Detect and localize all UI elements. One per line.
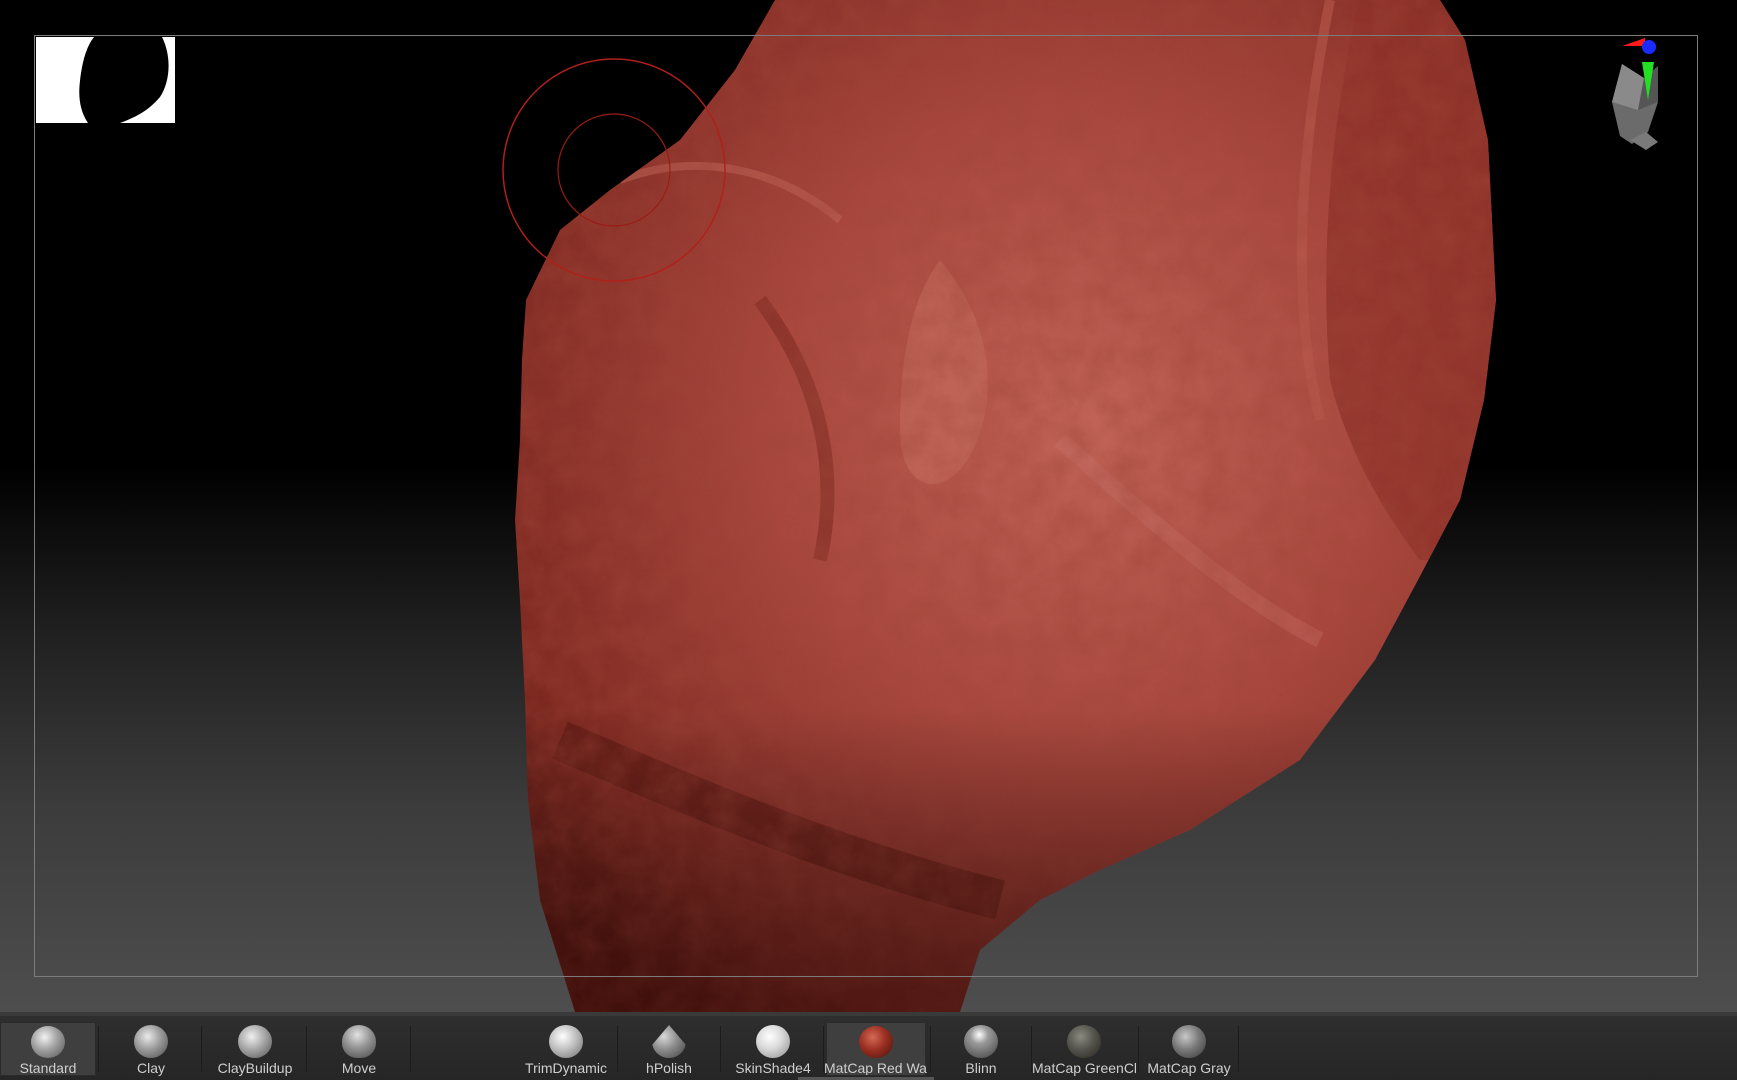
hpolish-brush-button[interactable]: hPolish: [621, 1022, 717, 1076]
shelf-separator: [930, 1026, 931, 1072]
claybuildup-brush-icon: [238, 1025, 272, 1059]
hpolish-brush-icon: [652, 1025, 686, 1059]
material-label: SkinShade4: [735, 1060, 811, 1076]
brush-label: ClayBuildup: [217, 1060, 293, 1076]
material-label: MatCap Red Wa:: [824, 1059, 928, 1075]
matcap-gray-material-button[interactable]: MatCap Gray: [1141, 1022, 1237, 1076]
brush-cursor: [502, 58, 726, 282]
brush-label: hPolish: [646, 1060, 692, 1076]
move-brush-button[interactable]: Move: [311, 1022, 407, 1076]
document-viewport[interactable]: [0, 0, 1737, 1012]
z-axis-icon: [1642, 40, 1656, 54]
shelf-separator: [720, 1026, 721, 1072]
skinshade4-material-button[interactable]: SkinShade4: [725, 1022, 821, 1076]
trimdynamic-brush-icon: [549, 1025, 583, 1059]
clay-brush-button[interactable]: Clay: [103, 1022, 199, 1076]
matcap-gray-material-icon: [1172, 1025, 1206, 1059]
shelf-separator: [1138, 1026, 1139, 1072]
matcap-red-wax-material-button[interactable]: MatCap Red Wa:: [824, 1022, 928, 1076]
material-label: MatCap Gray: [1147, 1060, 1231, 1076]
material-label: MatCap GreenCl: [1032, 1060, 1136, 1076]
shelf-separator: [1238, 1026, 1239, 1072]
material-label: Blinn: [965, 1060, 997, 1076]
claybuildup-brush-button[interactable]: ClayBuildup: [207, 1022, 303, 1076]
x-axis-icon: [1622, 38, 1645, 46]
trimdynamic-brush-button[interactable]: TrimDynamic: [518, 1022, 614, 1076]
shelf-separator: [98, 1026, 99, 1072]
brush-label: TrimDynamic: [525, 1060, 607, 1076]
skinshade4-material-icon: [756, 1025, 790, 1059]
brush-label: Move: [341, 1060, 377, 1076]
standard-brush-icon: [31, 1026, 65, 1058]
shelf-separator: [410, 1026, 411, 1072]
shelf-separator: [617, 1026, 618, 1072]
brush-label: Clay: [136, 1060, 165, 1076]
brush-label: Standard: [19, 1059, 77, 1075]
blinn-material-icon: [964, 1025, 998, 1059]
head-navigation-icon[interactable]: [1580, 32, 1710, 162]
move-brush-icon: [342, 1025, 376, 1059]
brush-material-shelf: Standard Clay ClayBuildup Move TrimDynam…: [0, 1012, 1737, 1080]
shelf-separator: [201, 1026, 202, 1072]
matcap-greenclay-material-button[interactable]: MatCap GreenCl: [1032, 1022, 1136, 1076]
matcap-red-wax-material-icon: [859, 1026, 893, 1058]
blinn-material-button[interactable]: Blinn: [933, 1022, 1029, 1076]
shelf-separator: [306, 1026, 307, 1072]
matcap-greenclay-material-icon: [1067, 1025, 1101, 1059]
clay-brush-icon: [134, 1025, 168, 1059]
standard-brush-button[interactable]: Standard: [0, 1022, 96, 1076]
